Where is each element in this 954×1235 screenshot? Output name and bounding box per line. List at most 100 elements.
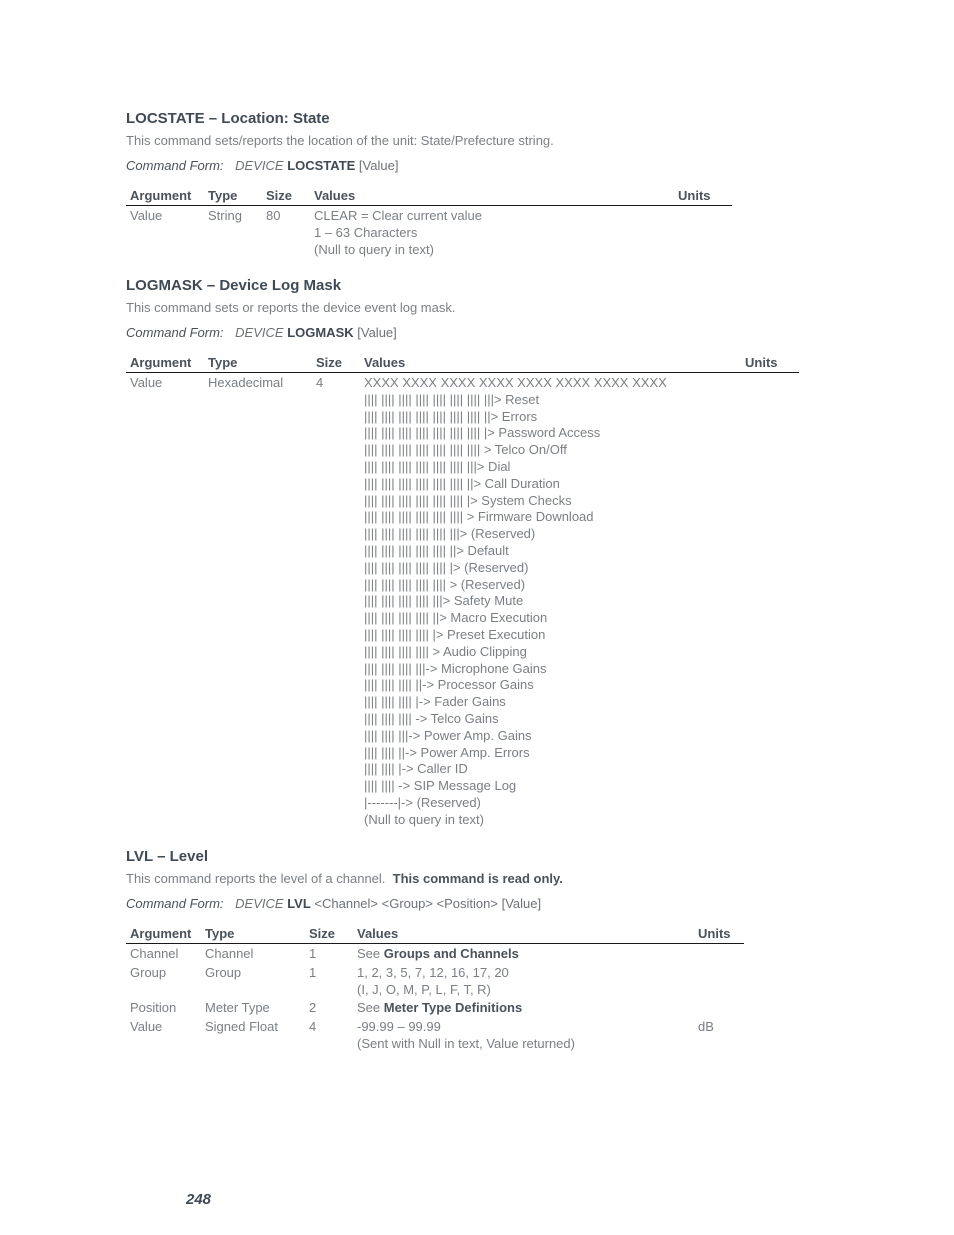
cell-argument: Position	[130, 1000, 177, 1016]
value-line: |||| |||| |||| |||| |||| |||| |||| |||> …	[364, 391, 540, 407]
cell-argument: Value	[130, 1019, 163, 1035]
value-line: |||| |||| |||| |||| ||> Macro Execution	[364, 610, 548, 626]
table-header-row: Argument Type Size Values Units	[126, 187, 732, 206]
value-line: XXXX XXXX XXXX XXXX XXXX XXXX XXXX XXXX	[364, 375, 667, 390]
cell-values: 1, 2, 3, 5, 7, 12, 16, 17, 20 (I, J, O, …	[353, 963, 694, 999]
value-line: 1 – 63 Characters	[314, 224, 418, 240]
value-line: |||| |||| |||| ||-> Processor Gains	[364, 677, 534, 693]
header-argument: Argument	[126, 354, 204, 373]
value-line: |||| |||| |||| |||| |> Preset Execution	[364, 626, 546, 642]
table-row: Value String 80 CLEAR = Clear current va…	[126, 206, 732, 259]
value-line: |||| |||| |||| |||| > Audio Clipping	[364, 643, 527, 659]
value-line: |||| |||| -> SIP Message Log	[364, 778, 517, 794]
command-title: – Location: State	[204, 110, 330, 127]
command-title: – Level	[152, 848, 208, 865]
value-line: |||| |||| |||| |||| |||| > (Reserved)	[364, 576, 526, 592]
value-line: |||| |||| |||| |||| |||| |||| |||| |> Pa…	[364, 425, 601, 441]
command-form-device: DEVICE	[235, 158, 284, 173]
cell-units	[694, 998, 744, 1017]
value-line: |||| |||| |||| |||-> Microphone Gains	[364, 660, 547, 676]
header-units: Units	[674, 187, 732, 206]
command-title: – Device Log Mask	[202, 277, 342, 294]
header-units: Units	[741, 354, 799, 373]
cell-values: See Meter Type Definitions	[353, 998, 694, 1017]
cell-values: CLEAR = Clear current value 1 – 63 Chara…	[310, 206, 674, 259]
value-prefix: See	[357, 1000, 384, 1016]
value-line: |||| |||| ||-> Power Amp. Errors	[364, 744, 530, 760]
cell-argument: Group	[130, 964, 167, 980]
cell-argument: Value	[130, 375, 163, 390]
logmask-section: LOGMASK – Device Log Mask This command s…	[126, 277, 799, 829]
lvl-section: LVL – Level This command reports the lev…	[126, 848, 744, 1053]
header-size: Size	[305, 925, 353, 944]
description-text: This command reports the level of a chan…	[126, 871, 386, 886]
value-line: |||| |||| |||| |-> Fader Gains	[364, 694, 506, 710]
value-line: |||| |||| |||| |||| |||| |||| |||> Dial	[364, 458, 511, 474]
header-size: Size	[262, 187, 310, 206]
command-form-args: <Channel> <Group> <Position> [Value]	[310, 896, 542, 911]
argument-table: Argument Type Size Values Units Value He…	[126, 354, 799, 829]
cell-units: dB	[698, 1019, 714, 1035]
section-title: LVL – Level	[126, 848, 744, 866]
command-form-device: DEVICE	[235, 896, 284, 911]
section-title: LOGMASK – Device Log Mask	[126, 277, 799, 295]
value-line: (Null to query in text)	[314, 241, 434, 257]
cell-units	[694, 944, 744, 963]
cell-size: 4	[309, 1019, 317, 1035]
table-row: Value Hexadecimal 4 XXXX XXXX XXXX XXXX …	[126, 373, 799, 829]
value-line: (I, J, O, M, P, L, F, T, R)	[357, 981, 491, 997]
value-line: |||| |||| |||| |||| |||> Safety Mute	[364, 593, 524, 609]
cell-type: Group	[205, 964, 242, 980]
page-number: 248	[186, 1191, 212, 1208]
value-line: 1, 2, 3, 5, 7, 12, 16, 17, 20	[357, 964, 509, 980]
value-line: CLEAR = Clear current value	[314, 208, 482, 223]
table-header-row: Argument Type Size Values Units	[126, 354, 799, 373]
section-description: This command sets/reports the location o…	[126, 133, 554, 148]
cell-units	[694, 963, 744, 999]
value-prefix: See	[357, 946, 384, 961]
command-form-keyword: LVL	[287, 896, 311, 911]
command-form-label: Command Form:	[126, 896, 224, 911]
value-line: |||| |||| |||| |||| |||| |||| |> System …	[364, 492, 572, 508]
command-form-keyword: LOGMASK	[287, 325, 354, 340]
table-row: Group Group 1 1, 2, 3, 5, 7, 12, 16, 17,…	[126, 963, 744, 999]
value-line: |||| |||| |||| |||| |||| |> (Reserved)	[364, 559, 529, 575]
command-keyword: LVL	[126, 848, 153, 865]
argument-table: Argument Type Size Values Units Value St…	[126, 187, 732, 258]
header-values: Values	[353, 925, 694, 944]
header-size: Size	[312, 354, 360, 373]
cell-size: 80	[266, 208, 281, 223]
table-header-row: Argument Type Size Values Units	[126, 925, 744, 944]
value-line: |||| |||| |||| |||| |||| ||> Default	[364, 542, 509, 558]
command-form-args: [Value]	[355, 158, 399, 173]
cell-units	[741, 373, 799, 829]
read-only-note: This command is read only.	[392, 871, 563, 886]
table-row: Value Signed Float 4 -99.99 – 99.99 (Sen…	[126, 1017, 744, 1053]
value-line: (Null to query in text)	[364, 811, 484, 827]
section-description: This command reports the level of a chan…	[126, 871, 744, 887]
header-units: Units	[694, 925, 744, 944]
value-line: |||| |||| |||| |||| |||| |||| |||| ||> E…	[364, 408, 538, 424]
cell-size: 1	[309, 946, 317, 961]
command-form-keyword: LOCSTATE	[287, 158, 356, 173]
header-type: Type	[201, 925, 305, 944]
header-type: Type	[204, 187, 262, 206]
section-title: LOCSTATE – Location: State	[126, 110, 732, 128]
cell-size: 1	[309, 964, 317, 980]
value-line: |||| |||| |||| |||| |||| |||| |||| > Tel…	[364, 442, 567, 458]
cell-values: XXXX XXXX XXXX XXXX XXXX XXXX XXXX XXXX |…	[360, 373, 741, 829]
command-form-label: Command Form:	[126, 325, 224, 340]
cell-units	[674, 206, 732, 259]
cell-argument: Value	[130, 208, 163, 223]
cell-type: Signed Float	[205, 1019, 278, 1035]
cell-type: Hexadecimal	[208, 375, 284, 390]
header-values: Values	[360, 354, 741, 373]
command-form: Command Form: DEVICE LVL <Channel> <Grou…	[126, 896, 744, 912]
value-line: |||| |||| |-> Caller ID	[364, 761, 468, 777]
command-form-device: DEVICE	[235, 325, 284, 340]
command-form: Command Form: DEVICE LOGMASK [Value]	[126, 325, 799, 341]
cell-type: Channel	[205, 946, 254, 961]
cell-argument: Channel	[130, 946, 179, 961]
header-values: Values	[310, 187, 674, 206]
cell-size: 4	[316, 375, 324, 390]
